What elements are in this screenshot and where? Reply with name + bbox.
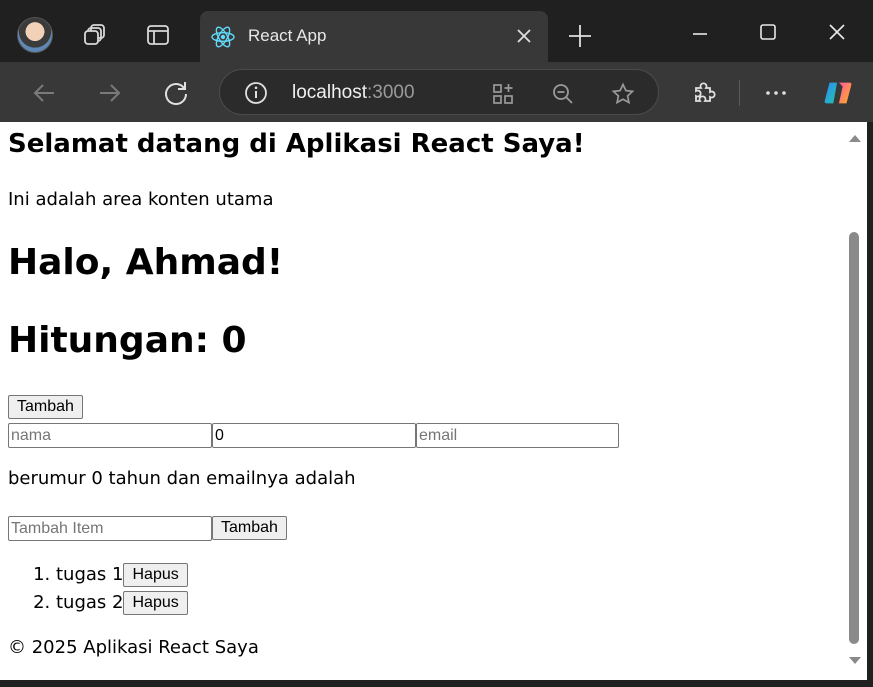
back-arrow-icon[interactable] (28, 77, 60, 109)
react-logo-icon (211, 26, 235, 48)
url-host: localhost (292, 82, 367, 103)
toolbar-divider (739, 80, 740, 106)
more-options-icon[interactable] (760, 77, 792, 109)
list-item: tugas 2Hapus (56, 590, 188, 618)
site-info-icon[interactable] (244, 81, 268, 105)
forward-arrow-icon[interactable] (94, 77, 126, 109)
profile-avatar[interactable] (17, 17, 53, 53)
increment-button[interactable]: Tambah (8, 395, 83, 419)
reload-icon[interactable] (160, 77, 192, 109)
add-item-button[interactable]: Tambah (212, 516, 287, 540)
maximize-icon[interactable] (754, 18, 782, 46)
delete-item-button[interactable]: Hapus (123, 563, 188, 587)
item-list: tugas 1Hapus tugas 2Hapus (8, 562, 188, 618)
tab-title: React App (248, 26, 327, 45)
item-label: tugas 1 (56, 564, 124, 585)
item-input[interactable] (8, 516, 212, 541)
scrollbar-thumb[interactable] (849, 232, 859, 644)
minimize-icon[interactable] (686, 18, 714, 46)
page-viewport: Selamat datang di Aplikasi React Saya! I… (0, 122, 843, 680)
counter-heading: Hitungan: 0 (8, 320, 247, 361)
footer-text: © 2025 Aplikasi React Saya (8, 637, 259, 658)
url-port: :3000 (367, 82, 415, 103)
active-tab[interactable]: React App (200, 11, 548, 62)
email-input[interactable] (416, 423, 619, 448)
browser-toolbar: localhost:3000 (0, 62, 873, 122)
welcome-heading: Selamat datang di Aplikasi React Saya! (8, 129, 585, 159)
copilot-icon[interactable] (822, 77, 854, 109)
list-item: tugas 1Hapus (56, 562, 188, 590)
workspaces-icon[interactable] (82, 22, 108, 48)
browser-titlebar: React App (0, 0, 873, 62)
tab-actions-icon[interactable] (145, 22, 171, 48)
close-tab-icon[interactable] (514, 26, 534, 46)
url-text[interactable]: localhost:3000 (292, 82, 415, 104)
extensions-puzzle-icon[interactable] (688, 77, 720, 109)
user-info-text: berumur 0 tahun dan emailnya adalah (8, 468, 356, 489)
favorite-star-icon[interactable] (610, 81, 636, 107)
page-scrollbar[interactable] (843, 122, 867, 680)
age-input[interactable] (212, 423, 416, 448)
window-frame-bottom (0, 680, 873, 687)
name-input[interactable] (8, 423, 212, 448)
address-bar[interactable]: localhost:3000 (219, 69, 659, 115)
item-label: tugas 2 (56, 592, 124, 613)
close-window-icon[interactable] (823, 18, 851, 46)
new-tab-icon[interactable] (566, 22, 594, 50)
scroll-up-arrow-icon[interactable] (847, 132, 863, 144)
zoom-out-icon[interactable] (550, 81, 576, 107)
scroll-down-arrow-icon[interactable] (847, 655, 863, 667)
delete-item-button[interactable]: Hapus (123, 591, 188, 615)
app-available-icon[interactable] (490, 81, 516, 107)
window-frame-right (867, 122, 873, 687)
intro-text: Ini adalah area konten utama (8, 189, 274, 210)
greeting-heading: Halo, Ahmad! (8, 242, 284, 283)
